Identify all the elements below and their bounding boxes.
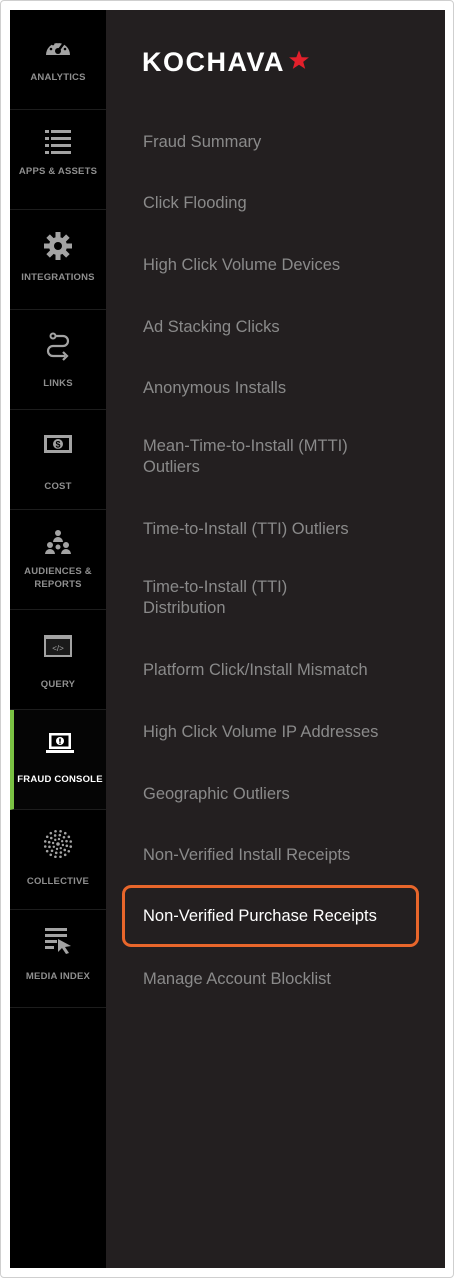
rail-label-apps-assets: APPS & ASSETS	[18, 166, 98, 177]
menu-item-platform-click-install-mismatch[interactable]: Platform Click/Install Mismatch	[143, 660, 368, 681]
menu-item-mtti-outliers-line2: Outliers	[143, 458, 200, 476]
menu-item-high-click-volume-ip-addresses[interactable]: High Click Volume IP Addresses	[143, 722, 378, 743]
code-window-icon: </>	[42, 630, 74, 662]
laptop-alert-icon	[44, 728, 76, 760]
rail-item-cost[interactable]: $ COST	[10, 410, 106, 510]
gear-icon	[42, 230, 74, 262]
menu-item-geographic-outliers[interactable]: Geographic Outliers	[143, 784, 290, 805]
menu-item-click-flooding[interactable]: Click Flooding	[143, 193, 247, 214]
menu-item-high-click-volume-devices[interactable]: High Click Volume Devices	[143, 255, 340, 276]
rail-label-audiences-reports: AUDIENCES & REPORTS	[24, 566, 92, 590]
logo-wordmark: KOCHAVA	[142, 47, 285, 77]
menu-item-fraud-summary[interactable]: Fraud Summary	[143, 132, 261, 153]
rail-item-apps-assets[interactable]: APPS & ASSETS	[10, 110, 106, 210]
rail-label-links: LINKS	[43, 378, 73, 389]
app-window: ANALYTICS APPS & ASSETS INTEGRATIONS LIN…	[10, 10, 445, 1268]
list-icon	[42, 126, 74, 158]
menu-item-mtti-outliers[interactable]: Mean-Time-to-Install (MTTI) Outliers	[143, 436, 348, 478]
rail-label-integrations: INTEGRATIONS	[21, 272, 95, 283]
rail-item-analytics[interactable]: ANALYTICS	[10, 10, 106, 110]
gauge-icon	[42, 32, 74, 64]
rail-item-collective[interactable]: COLLECTIVE	[10, 810, 106, 910]
kochava-logo[interactable]: KOCHAVA	[142, 47, 310, 78]
menu-item-tti-distribution-line1: Time-to-Install (TTI)	[143, 578, 288, 596]
menu-item-non-verified-install-receipts[interactable]: Non-Verified Install Receipts	[143, 845, 350, 866]
rail-item-links[interactable]: LINKS	[10, 310, 106, 410]
highlight-outline	[122, 885, 419, 947]
menu-item-manage-account-blocklist[interactable]: Manage Account Blocklist	[143, 969, 331, 990]
svg-text:</>: </>	[52, 644, 64, 653]
menu-item-mtti-outliers-line1: Mean-Time-to-Install (MTTI)	[143, 437, 348, 455]
star-icon	[288, 49, 310, 76]
rail-item-fraud-console[interactable]: FRAUD CONSOLE	[10, 710, 106, 810]
menu-item-tti-distribution-line2: Distribution	[143, 599, 226, 617]
rail-item-audiences-reports[interactable]: AUDIENCES & REPORTS	[10, 510, 106, 610]
people-network-icon	[42, 526, 74, 558]
menu-item-tti-outliers[interactable]: Time-to-Install (TTI) Outliers	[143, 519, 349, 540]
rail-label-collective: COLLECTIVE	[26, 876, 90, 887]
rail-label-query: QUERY	[40, 679, 76, 690]
list-cursor-icon	[42, 924, 74, 956]
icon-rail: ANALYTICS APPS & ASSETS INTEGRATIONS LIN…	[10, 10, 106, 1268]
rail-label-media-index: MEDIA INDEX	[25, 971, 91, 982]
rail-item-media-index[interactable]: MEDIA INDEX	[10, 910, 106, 1008]
menu-item-ad-stacking-clicks[interactable]: Ad Stacking Clicks	[143, 317, 280, 338]
menu-item-tti-distribution[interactable]: Time-to-Install (TTI) Distribution	[143, 577, 287, 619]
rail-label-analytics: ANALYTICS	[30, 72, 86, 83]
menu-item-anonymous-installs[interactable]: Anonymous Installs	[143, 378, 286, 399]
rail-item-integrations[interactable]: INTEGRATIONS	[10, 210, 106, 310]
path-link-icon	[42, 330, 74, 362]
rail-label-fraud-console: FRAUD CONSOLE	[17, 774, 103, 785]
rail-label-cost: COST	[44, 481, 72, 492]
dotted-circle-icon	[42, 828, 74, 860]
dollar-bill-icon: $	[42, 428, 74, 460]
svg-text:$: $	[55, 440, 60, 450]
rail-item-query[interactable]: </> QUERY	[10, 610, 106, 710]
